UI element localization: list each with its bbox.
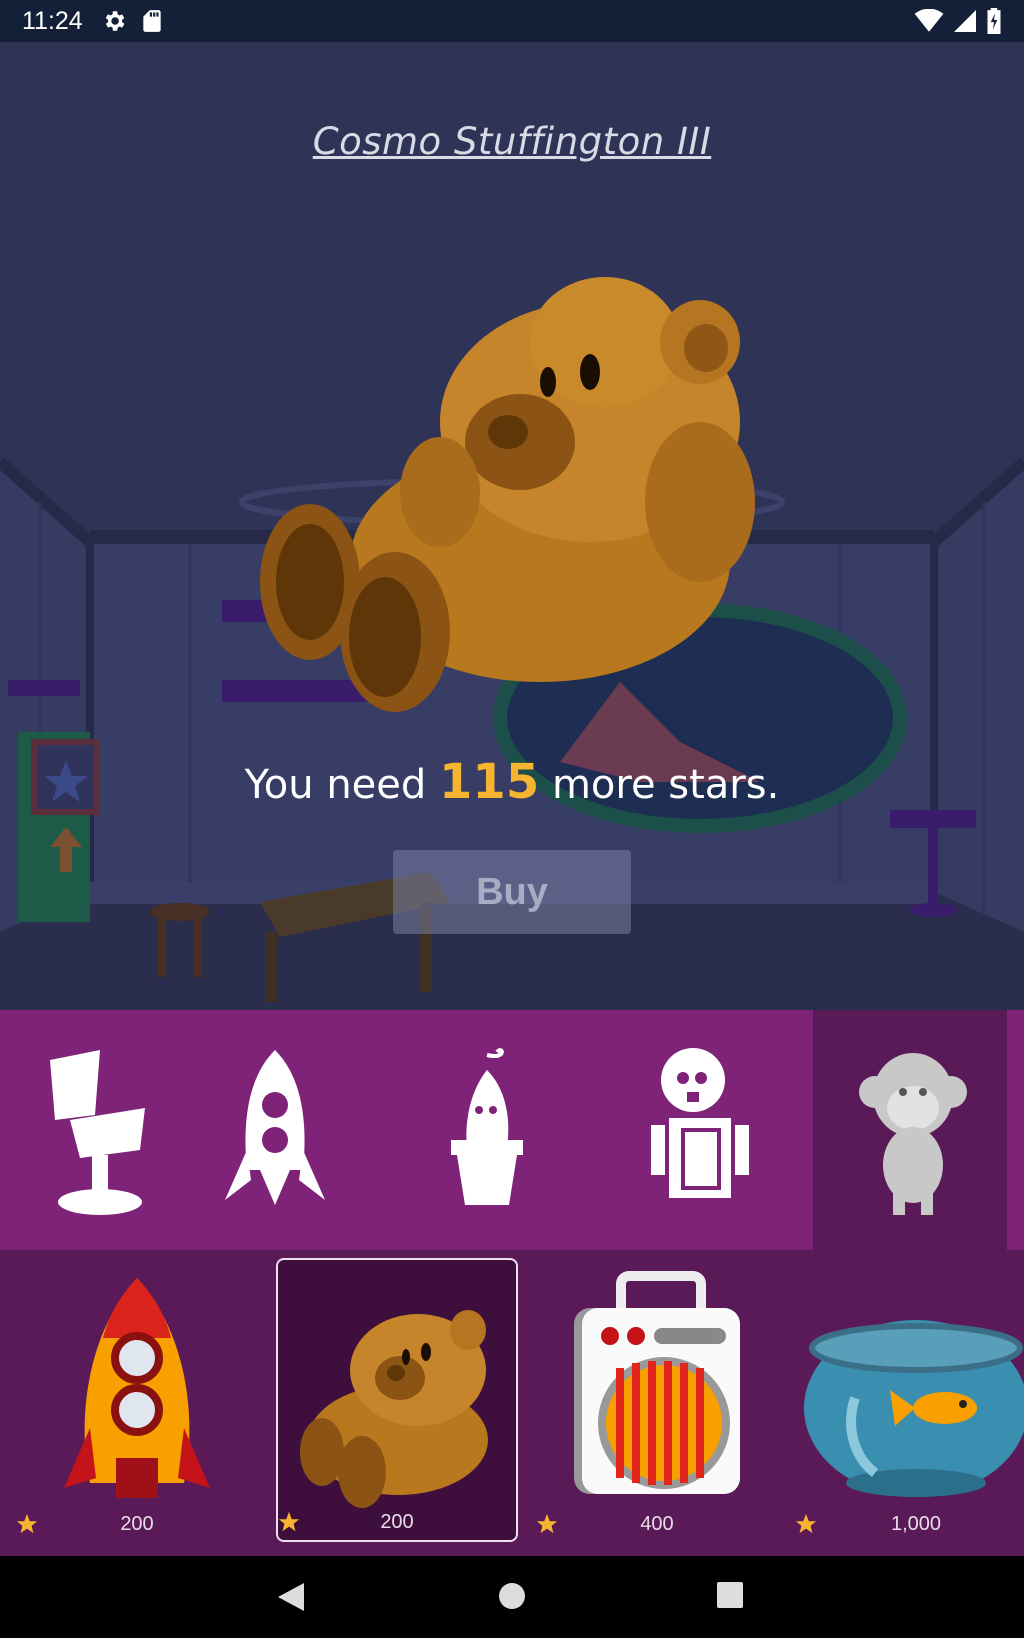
tab-plant[interactable] bbox=[387, 1010, 587, 1250]
price-value: 200 bbox=[120, 1513, 154, 1535]
need-prefix: You need bbox=[244, 762, 427, 808]
home-icon[interactable] bbox=[497, 1581, 527, 1611]
rocket-item-icon bbox=[64, 1278, 210, 1498]
need-star-count: 115 bbox=[439, 754, 540, 810]
star-icon bbox=[536, 1513, 558, 1534]
tab-rocket[interactable] bbox=[175, 1010, 375, 1250]
shop-item-fishbowl[interactable]: 1,000 bbox=[795, 1258, 1024, 1542]
tab-chair[interactable] bbox=[0, 1010, 200, 1250]
price-label: 1,000 bbox=[795, 1513, 1024, 1536]
teddy-bear-item-icon bbox=[300, 1310, 488, 1508]
gear-icon bbox=[105, 11, 125, 31]
chair-icon bbox=[50, 1050, 145, 1215]
monkey-icon bbox=[859, 1053, 967, 1215]
price-label: 400 bbox=[536, 1513, 778, 1536]
star-icon bbox=[278, 1511, 300, 1532]
battery-charging-icon bbox=[987, 8, 1001, 34]
back-icon[interactable] bbox=[276, 1581, 306, 1613]
price-value: 400 bbox=[640, 1513, 674, 1535]
tab-robot[interactable] bbox=[597, 1010, 797, 1250]
rocket-icon bbox=[225, 1050, 325, 1205]
status-bar: 11:24 bbox=[0, 0, 1024, 42]
tab-monkey[interactable] bbox=[813, 1010, 1013, 1250]
wifi-icon bbox=[914, 9, 944, 32]
shop-item-rocket[interactable]: 200 bbox=[16, 1258, 258, 1542]
need-suffix: more stars. bbox=[551, 762, 780, 808]
category-tab-bar bbox=[0, 1010, 1024, 1250]
fishbowl-item-icon bbox=[804, 1320, 1024, 1497]
star-icon bbox=[16, 1513, 38, 1534]
shop-item-list: 200 200 400 1,000 bbox=[0, 1250, 1024, 1556]
signal-icon bbox=[954, 10, 976, 32]
price-value: 1,000 bbox=[890, 1513, 942, 1535]
recents-icon[interactable] bbox=[716, 1581, 744, 1609]
status-right bbox=[914, 8, 1002, 34]
shop-item-space-heater[interactable]: 400 bbox=[536, 1258, 778, 1542]
space-heater-item-icon bbox=[574, 1271, 740, 1494]
stars-needed-message: You need 115 more stars. bbox=[0, 754, 1024, 810]
star-icon bbox=[795, 1513, 817, 1534]
price-value: 200 bbox=[380, 1511, 414, 1533]
category-tab-overflow bbox=[1007, 1010, 1024, 1250]
robot-icon bbox=[651, 1048, 749, 1198]
status-time: 11:24 bbox=[22, 6, 83, 35]
price-label: 200 bbox=[16, 1513, 258, 1536]
item-detail-panel: Cosmo Stuffington III You need 115 more … bbox=[0, 42, 1024, 1010]
potted-plant-icon bbox=[451, 1048, 523, 1205]
sd-card-icon bbox=[143, 10, 161, 32]
buy-button[interactable]: Buy bbox=[393, 850, 631, 934]
shop-item-teddy-bear[interactable]: 200 bbox=[276, 1258, 518, 1542]
price-label: 200 bbox=[278, 1511, 516, 1534]
item-title: Cosmo Stuffington III bbox=[312, 120, 712, 163]
system-nav-bar bbox=[0, 1556, 1024, 1638]
